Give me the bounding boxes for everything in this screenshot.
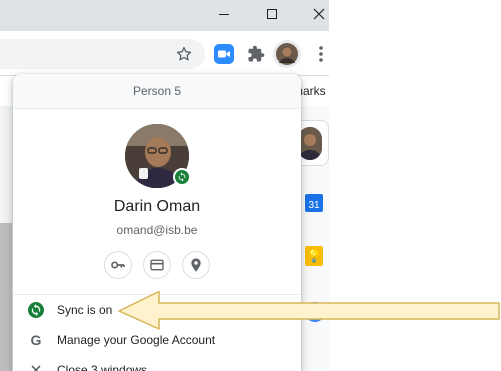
passwords-button[interactable] — [104, 251, 132, 279]
maximize-icon — [267, 9, 277, 19]
zoom-extension-button[interactable] — [212, 42, 236, 66]
calendar-icon[interactable]: 31 — [305, 194, 323, 212]
close-icon — [31, 365, 41, 371]
profile-email: omand@isb.be — [116, 223, 198, 237]
sync-icon — [178, 172, 186, 182]
three-dots-vertical-icon — [319, 46, 323, 62]
profile-button[interactable] — [273, 40, 301, 68]
google-g-icon: G — [30, 332, 42, 348]
key-icon — [111, 261, 125, 269]
title-bar — [0, 0, 329, 31]
close-windows-label: Close 3 windows — [57, 363, 148, 371]
sync-status-badge — [173, 168, 191, 186]
minimize-icon — [219, 14, 229, 15]
extensions-button[interactable] — [244, 42, 268, 66]
location-pin-icon — [191, 258, 201, 272]
profile-menu-header: Person 5 — [13, 74, 301, 109]
page-background-strip — [0, 223, 12, 371]
annotation-arrow — [118, 290, 500, 330]
addresses-button[interactable] — [182, 251, 210, 279]
manage-account-label: Manage your Google Account — [57, 333, 216, 347]
bookmark-star-button[interactable] — [172, 42, 196, 66]
payment-methods-button[interactable] — [143, 251, 171, 279]
browser-toolbar — [0, 31, 329, 76]
avatar — [276, 43, 298, 65]
chrome-menu-button[interactable] — [309, 42, 333, 66]
close-icon — [313, 8, 325, 20]
maximize-button[interactable] — [249, 0, 295, 28]
star-icon — [176, 46, 192, 61]
minimize-button[interactable] — [201, 0, 247, 28]
sync-icon — [28, 302, 44, 318]
profile-avatar-wrap — [125, 124, 191, 188]
close-windows-icon — [28, 362, 44, 371]
puzzle-piece-icon — [248, 45, 265, 62]
close-windows-menu-item[interactable]: Close 3 windows — [13, 355, 301, 371]
sync-status-icon — [28, 302, 44, 318]
credit-card-icon — [150, 259, 164, 271]
close-window-button[interactable] — [296, 0, 342, 28]
avatar-image — [298, 127, 322, 160]
side-avatar — [298, 127, 322, 160]
video-camera-icon — [214, 44, 234, 64]
sync-menu-label: Sync is on — [57, 303, 113, 317]
keep-lightbulb-icon[interactable]: 💡 — [305, 246, 323, 266]
profile-name: Darin Oman — [113, 198, 201, 215]
